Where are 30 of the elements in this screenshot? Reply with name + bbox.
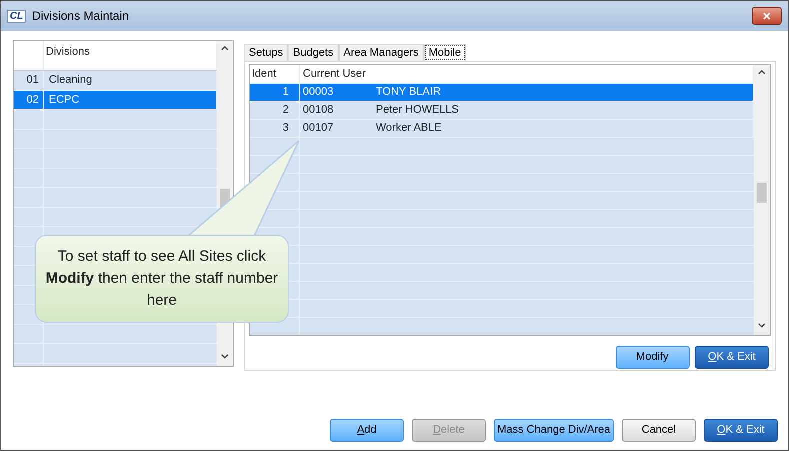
button[interactable]: Add (330, 419, 404, 442)
tab[interactable]: Budgets (288, 44, 339, 61)
tab[interactable]: Mobile (424, 44, 466, 61)
table-row[interactable]: 02 ECPC (14, 90, 217, 110)
app-logo-icon: CL (7, 10, 26, 22)
table-cell: 2 (250, 102, 300, 119)
column-header: Divisions (46, 46, 90, 58)
table-cell-text: 00108 (302, 103, 335, 118)
table-cell: 02 (14, 90, 44, 109)
scrollbar[interactable] (754, 65, 770, 335)
column-header: Ident (252, 68, 276, 80)
table-row[interactable]: 3 00107 Worker ABLE (250, 120, 754, 138)
window-title: Divisions Maintain (32, 8, 130, 25)
scrollbar-thumb[interactable] (757, 183, 767, 203)
column-header: Current User (303, 68, 366, 80)
tab[interactable]: Setups (244, 44, 288, 61)
table-row[interactable]: 2 00108 Peter HOWELLS (250, 102, 754, 120)
button[interactable]: Cancel (622, 419, 696, 442)
table-row[interactable]: 1 00003 TONY BLAIR (250, 84, 754, 102)
table-cell: 01 (14, 71, 44, 90)
table-cell: 1 (250, 84, 300, 101)
callout-text: To set staff to see All Sites click Modify then enter the staff number here (44, 247, 280, 311)
tab[interactable]: Area Managers (338, 44, 424, 61)
table-cell-text: 00003 (302, 85, 335, 100)
table-cell: 3 (250, 120, 300, 137)
button[interactable]: Modify (616, 346, 690, 369)
table-cell-text: 00107 (302, 121, 335, 136)
button[interactable]: OK & Exit (704, 419, 778, 442)
button[interactable]: OK & Exit (695, 346, 769, 369)
button[interactable]: Mass Change Div/Area (494, 419, 614, 442)
